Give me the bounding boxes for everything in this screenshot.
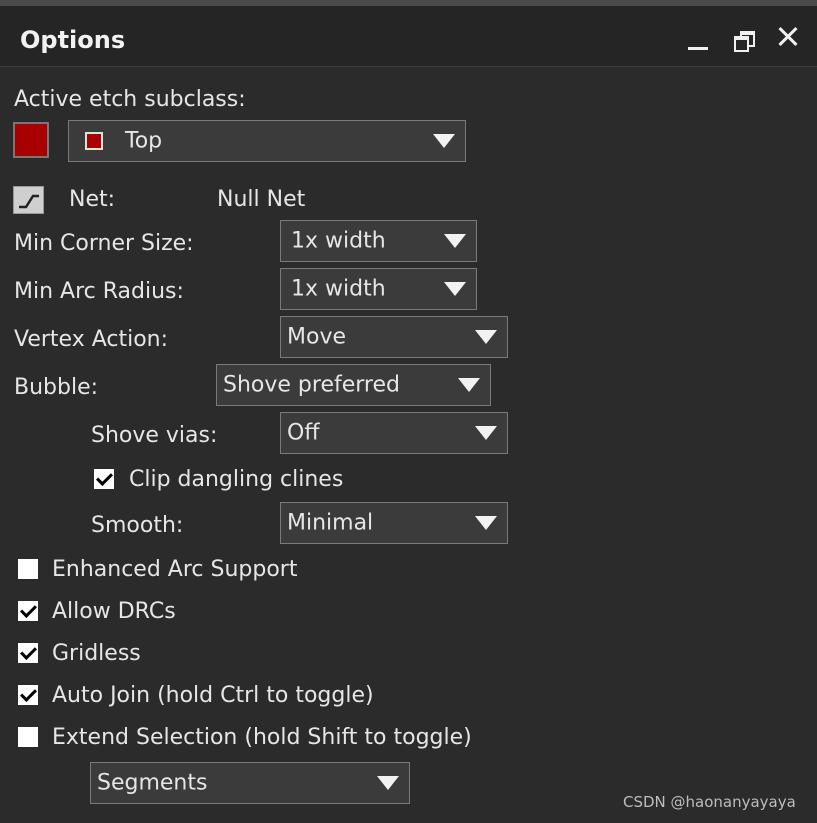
chevron-down-icon	[444, 234, 466, 248]
vertex-action-label: Vertex Action:	[14, 327, 169, 352]
chevron-down-icon	[475, 330, 497, 344]
enhanced-arc-checkbox[interactable]	[18, 559, 38, 579]
shove-vias-value: Off	[287, 420, 320, 446]
chevron-down-icon	[377, 776, 399, 790]
net-value: Null Net	[217, 187, 306, 212]
gridless-label: Gridless	[52, 641, 141, 666]
chevron-down-icon	[475, 426, 497, 440]
etch-subclass-dropdown[interactable]: Top	[68, 120, 466, 162]
vertex-action-dropdown[interactable]: Move	[280, 316, 508, 358]
shove-vias-label: Shove vias:	[91, 423, 218, 448]
minimize-icon[interactable]	[683, 22, 713, 52]
enhanced-arc-label: Enhanced Arc Support	[52, 557, 298, 582]
etch-color-swatch[interactable]	[13, 122, 49, 158]
top-layer-color-icon	[85, 132, 103, 150]
allow-drcs-label: Allow DRCs	[52, 599, 176, 624]
bubble-dropdown[interactable]: Shove preferred	[216, 364, 491, 406]
panel-title: Options	[20, 26, 126, 54]
net-label: Net:	[69, 187, 116, 212]
float-icon[interactable]	[729, 22, 759, 52]
active-etch-label: Active etch subclass:	[14, 87, 246, 112]
auto-join-checkbox[interactable]	[18, 685, 38, 705]
smooth-label: Smooth:	[91, 513, 184, 538]
clip-dangling-label: Clip dangling clines	[129, 467, 344, 492]
bubble-value: Shove preferred	[223, 372, 400, 398]
shove-vias-dropdown[interactable]: Off	[280, 412, 508, 454]
extend-mode-dropdown[interactable]: Segments	[90, 762, 410, 804]
min-arc-dropdown[interactable]: 1x width	[280, 268, 477, 310]
etch-subclass-value: Top	[125, 128, 163, 154]
smooth-dropdown[interactable]: Minimal	[280, 502, 508, 544]
smooth-value: Minimal	[287, 510, 374, 536]
panel-titlebar: Options	[0, 6, 817, 67]
chevron-down-icon	[433, 134, 455, 148]
close-icon[interactable]	[773, 22, 803, 52]
bubble-label: Bubble:	[14, 375, 99, 400]
min-arc-value: 1x width	[291, 276, 386, 302]
extend-mode-value: Segments	[97, 770, 208, 796]
watermark: CSDN @haonanyayaya	[623, 793, 796, 811]
chevron-down-icon	[444, 282, 466, 296]
chevron-down-icon	[475, 516, 497, 530]
clip-dangling-checkbox[interactable]	[94, 469, 114, 489]
net-select-icon[interactable]	[13, 186, 44, 214]
allow-drcs-checkbox[interactable]	[18, 601, 38, 621]
vertex-action-value: Move	[287, 324, 346, 350]
min-arc-label: Min Arc Radius:	[14, 279, 184, 304]
chevron-down-icon	[458, 378, 480, 392]
min-corner-dropdown[interactable]: 1x width	[280, 220, 477, 262]
gridless-checkbox[interactable]	[18, 643, 38, 663]
min-corner-label: Min Corner Size:	[14, 231, 194, 256]
min-corner-value: 1x width	[291, 228, 386, 254]
auto-join-label: Auto Join (hold Ctrl to toggle)	[52, 683, 374, 708]
extend-selection-label: Extend Selection (hold Shift to toggle)	[52, 725, 472, 750]
extend-selection-checkbox[interactable]	[18, 727, 38, 747]
